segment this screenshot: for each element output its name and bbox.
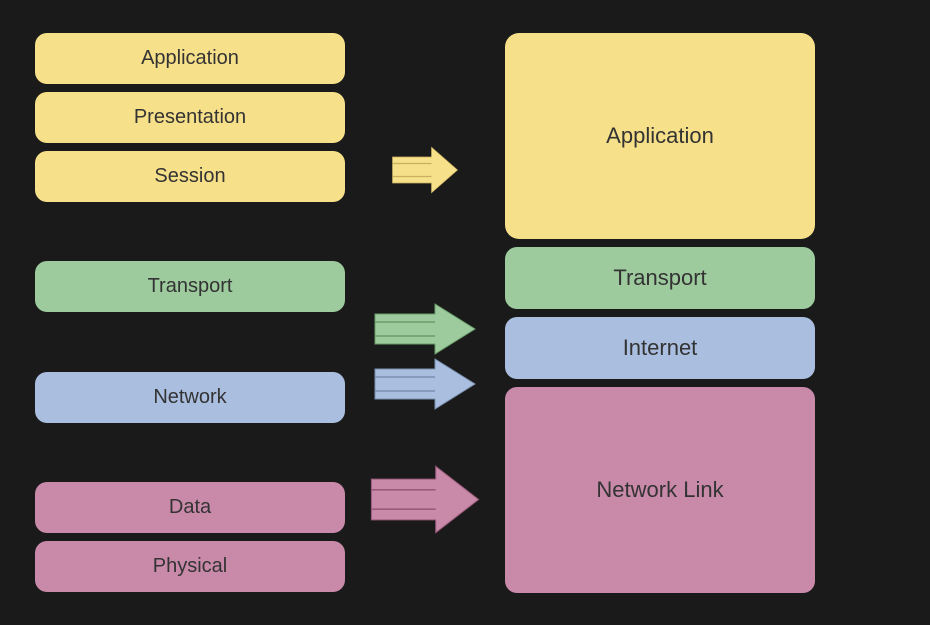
middle-column xyxy=(345,33,505,593)
physical-label: Physical xyxy=(153,555,227,578)
presentation-label: Presentation xyxy=(134,106,246,129)
diagram-container: Application Presentation Session Transpo… xyxy=(25,18,905,608)
internet-box: Internet xyxy=(505,317,815,379)
physical-box: Physical xyxy=(35,541,345,592)
arrow-green-area xyxy=(370,302,480,357)
transport-box-right: Transport xyxy=(505,247,815,309)
application-label-left: Application xyxy=(141,47,239,70)
session-label: Session xyxy=(154,165,225,188)
pink-group: Data Physical xyxy=(35,482,345,592)
presentation-box: Presentation xyxy=(35,92,345,143)
application-box-right: Application xyxy=(505,33,815,239)
internet-label: Internet xyxy=(623,335,698,361)
data-label: Data xyxy=(169,496,211,519)
transport-box-left: Transport xyxy=(35,261,345,312)
transport-label-right: Transport xyxy=(613,265,706,291)
transport-label-left: Transport xyxy=(148,275,233,298)
application-box-left: Application xyxy=(35,33,345,84)
data-box: Data xyxy=(35,482,345,533)
application-label-right: Application xyxy=(606,123,714,149)
right-column: Application Transport Internet Network L… xyxy=(505,33,815,593)
session-box: Session xyxy=(35,151,345,202)
yellow-group: Application Presentation Session xyxy=(35,33,345,202)
arrow-green xyxy=(370,302,480,357)
network-label: Network xyxy=(153,386,226,409)
left-column: Application Presentation Session Transpo… xyxy=(35,33,345,593)
arrow-pink-area xyxy=(370,412,480,588)
network-link-label: Network Link xyxy=(596,477,723,503)
arrow-blue-area xyxy=(370,357,480,412)
arrow-yellow-area xyxy=(375,38,475,302)
arrow-yellow xyxy=(375,144,475,196)
network-box: Network xyxy=(35,372,345,423)
arrow-blue xyxy=(370,357,480,412)
arrow-pink xyxy=(370,462,480,537)
network-link-box: Network Link xyxy=(505,387,815,593)
